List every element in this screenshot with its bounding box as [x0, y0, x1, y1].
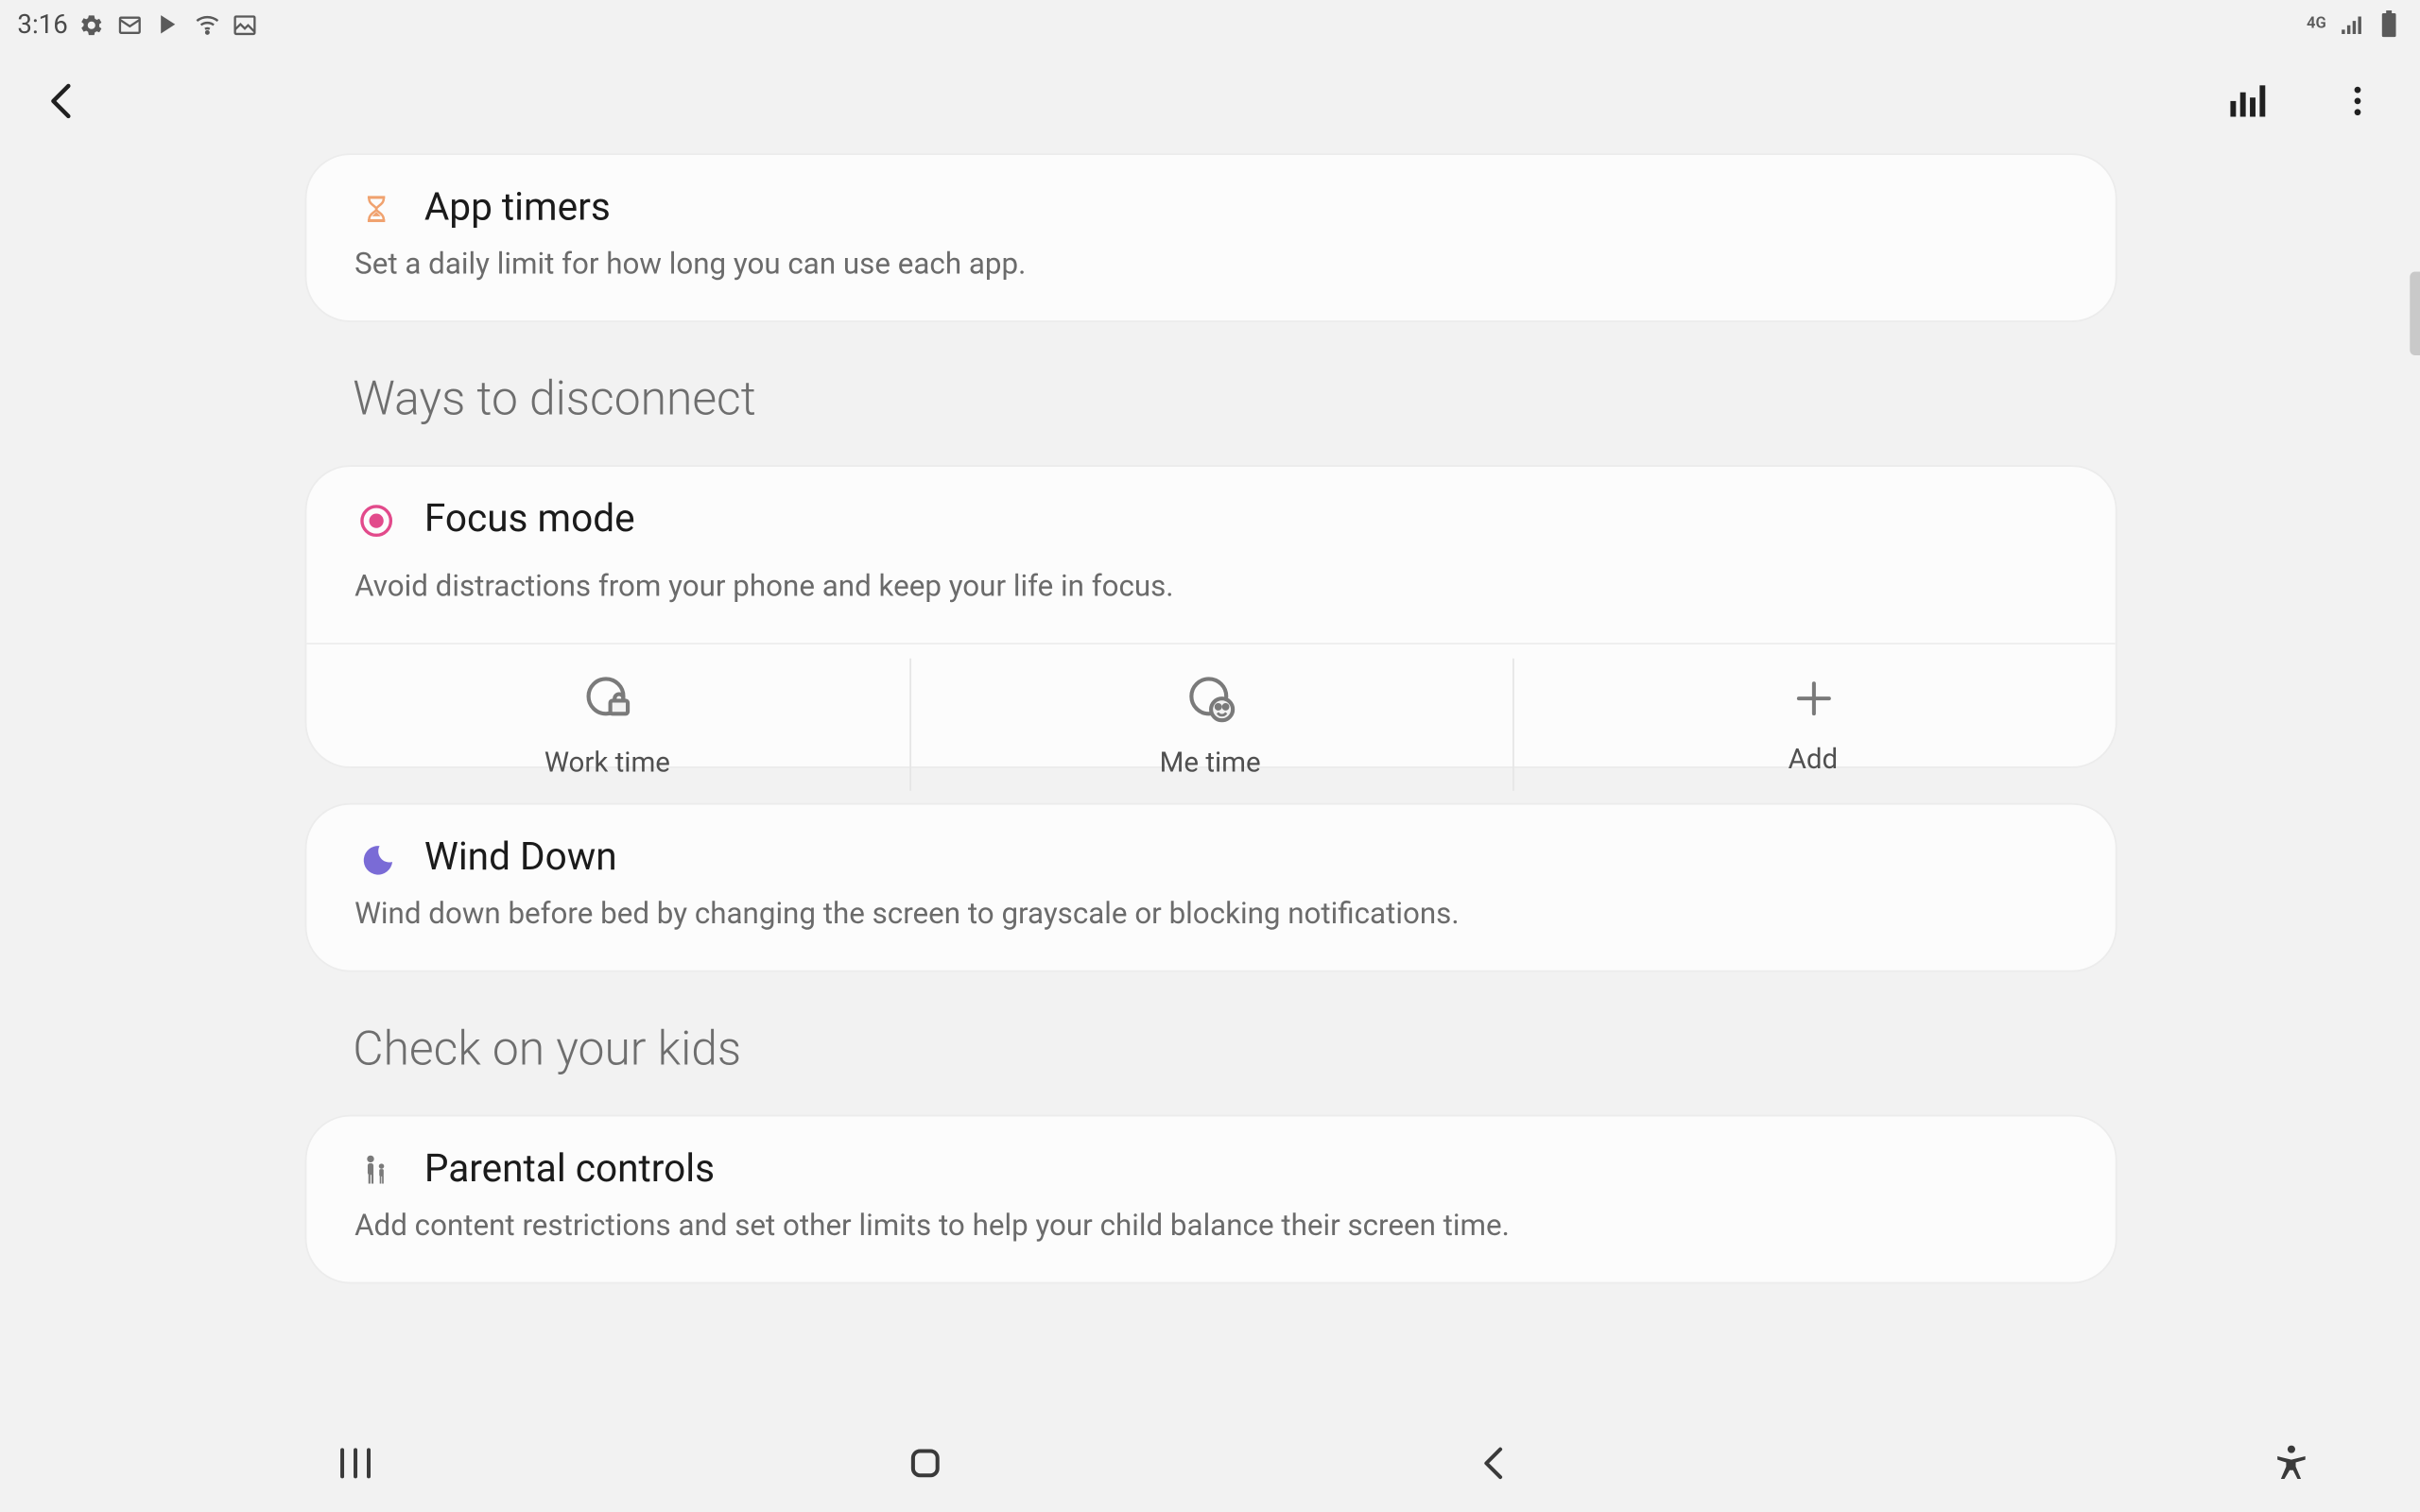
- signal-icon: [2337, 10, 2364, 38]
- me-time-icon: [1184, 672, 1236, 731]
- wind-down-title: Wind Down: [424, 836, 617, 880]
- navigation-bar: [0, 1415, 2420, 1512]
- parental-controls-subtitle: Add content restrictions and set other l…: [354, 1209, 2066, 1244]
- focus-mode-subtitle: Avoid distractions from your phone and k…: [354, 570, 2066, 605]
- focus-mode-label: Add: [1789, 741, 1839, 774]
- target-icon: [354, 499, 396, 541]
- focus-mode-add[interactable]: Add: [1512, 644, 2115, 805]
- work-time-icon: [581, 672, 633, 731]
- focus-mode-me-time[interactable]: Me time: [908, 644, 1512, 805]
- app-timers-card[interactable]: App timers Set a daily limit for how lon…: [304, 153, 2117, 322]
- focus-mode-label: Work time: [544, 745, 670, 778]
- settings-icon: [78, 10, 106, 38]
- play-store-icon: [155, 10, 182, 38]
- plus-icon: [1790, 675, 1836, 727]
- status-bar: 3:16 4G: [0, 0, 2420, 49]
- battery-icon: [2375, 10, 2402, 38]
- section-check-on-kids: Check on your kids: [353, 1021, 2116, 1076]
- content-scroll[interactable]: App timers Set a daily limit for how lon…: [304, 153, 2117, 1283]
- mail-icon: [116, 10, 144, 38]
- focus-mode-title: Focus mode: [424, 498, 635, 541]
- status-time: 3:16: [17, 9, 67, 40]
- app-bar: [0, 49, 2420, 154]
- parental-controls-card[interactable]: Parental controls Add content restrictio…: [304, 1115, 2117, 1284]
- app-timers-title: App timers: [424, 186, 611, 230]
- app-timers-subtitle: Set a daily limit for how long you can u…: [354, 248, 2066, 283]
- parent-child-icon: [354, 1149, 396, 1191]
- parental-controls-title: Parental controls: [424, 1148, 715, 1192]
- network-type-icon: 4G: [2307, 10, 2326, 38]
- wind-down-card[interactable]: Wind Down Wind down before bed by changi…: [304, 803, 2117, 972]
- recents-button[interactable]: [313, 1421, 396, 1504]
- scrollbar[interactable]: [2410, 272, 2420, 355]
- wind-down-subtitle: Wind down before bed by changing the scr…: [354, 897, 2066, 932]
- moon-icon: [354, 837, 396, 879]
- section-ways-to-disconnect: Ways to disconnect: [353, 371, 2116, 427]
- accessibility-button[interactable]: [2250, 1421, 2333, 1504]
- hourglass-icon: [354, 187, 396, 229]
- nav-back-button[interactable]: [1454, 1421, 1537, 1504]
- wifi-icon: [193, 10, 220, 38]
- image-icon: [232, 10, 259, 38]
- home-button[interactable]: [883, 1421, 966, 1504]
- focus-mode-label: Me time: [1160, 745, 1261, 778]
- usage-chart-button[interactable]: [2207, 62, 2284, 139]
- focus-mode-card[interactable]: Focus mode Avoid distractions from your …: [304, 465, 2117, 768]
- back-button[interactable]: [25, 62, 101, 139]
- focus-mode-work-time[interactable]: Work time: [305, 644, 908, 805]
- more-options-button[interactable]: [2319, 62, 2395, 139]
